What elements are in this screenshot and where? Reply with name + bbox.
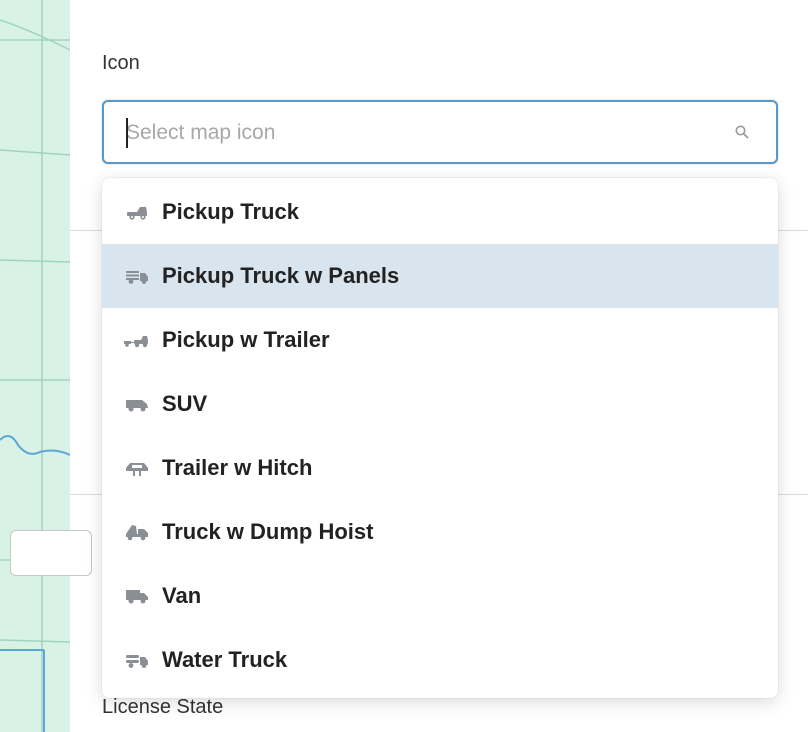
dump-truck-icon: [126, 525, 148, 541]
search-icon: [735, 125, 749, 139]
option-van[interactable]: Van: [102, 564, 778, 628]
pickup-truck-icon: [127, 207, 147, 220]
form-panel: Icon License State: [10, 0, 808, 732]
icon-dropdown-menu: Pickup Truck Pickup Truck w Panels Picku…: [102, 178, 778, 698]
option-pickup-truck-panels[interactable]: Pickup Truck w Panels: [102, 244, 778, 308]
option-pickup-trailer[interactable]: Pickup w Trailer: [102, 308, 778, 372]
option-suv[interactable]: SUV: [102, 372, 778, 436]
option-trailer-hitch[interactable]: Trailer w Hitch: [102, 436, 778, 500]
water-truck-icon: [126, 655, 148, 668]
icon-field-label: Icon: [102, 52, 140, 74]
screen: Icon License State: [0, 0, 808, 732]
map-background[interactable]: [0, 0, 70, 732]
suv-icon: [126, 400, 148, 412]
icon-search-input[interactable]: [124, 114, 708, 152]
trailer-hitch-icon: [126, 463, 148, 476]
license-state-label: License State: [102, 696, 224, 718]
option-dump-truck[interactable]: Truck w Dump Hoist: [102, 500, 778, 564]
partial-input-field[interactable]: [10, 530, 92, 576]
option-water-truck[interactable]: Water Truck: [102, 628, 778, 692]
map-roads: [0, 0, 70, 732]
text-cursor: [126, 118, 128, 148]
van-icon: [126, 590, 148, 604]
pickup-truck-panels-icon: [126, 271, 148, 284]
icon-select[interactable]: [102, 100, 778, 164]
option-pickup-truck[interactable]: Pickup Truck: [102, 180, 778, 244]
pickup-trailer-icon: [124, 336, 148, 348]
